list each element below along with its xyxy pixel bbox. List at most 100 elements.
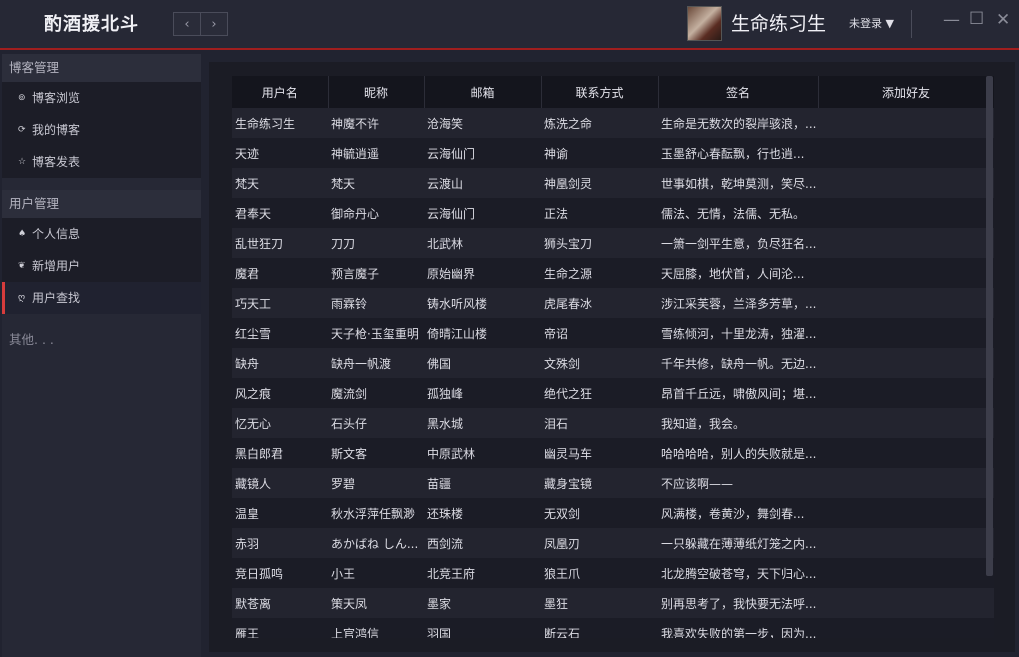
table-cell bbox=[818, 198, 994, 228]
table-cell bbox=[818, 288, 994, 318]
column-header-nickname[interactable]: 昵称 bbox=[328, 76, 425, 108]
sidebar-item-profile[interactable]: ♠ 个人信息 bbox=[2, 218, 201, 250]
user-icon: ♠ bbox=[18, 229, 27, 239]
table-cell: 千年共修，缺舟一帆。无边... bbox=[658, 348, 818, 378]
forward-button[interactable]: › bbox=[200, 12, 228, 36]
table-row[interactable]: 忆无心 石头仔 黑水城 泪石 我知道，我会。 bbox=[232, 408, 994, 438]
table-cell: 藏身宝镜 bbox=[541, 468, 658, 498]
sidebar-item-add-user[interactable]: ❦ 新增用户 bbox=[2, 250, 201, 282]
sidebar-item-label: 新增用户 bbox=[32, 259, 81, 273]
table-cell: 苗疆 bbox=[424, 468, 541, 498]
table-cell: 魔君 bbox=[232, 258, 328, 288]
avatar[interactable] bbox=[687, 6, 722, 41]
table-body: 生命练习生 神魔不许 沧海笑 炼洗之命 生命是无数次的裂岸骇浪，... 天迹 神毓逍遥 云海仙… bbox=[232, 108, 994, 638]
table-cell: あかばね しん... bbox=[328, 528, 424, 558]
sidebar-item-label: 我的博客 bbox=[32, 123, 81, 137]
table-cell: 雨霖铃 bbox=[328, 288, 424, 318]
table-cell: 策天凤 bbox=[328, 588, 424, 618]
table-row[interactable]: 缺舟 缺舟一帆渡 佛国 文殊剑 千年共修，缺舟一帆。无边... bbox=[232, 348, 994, 378]
column-header-email[interactable]: 邮箱 bbox=[424, 76, 542, 108]
table-cell: 巧天工 bbox=[232, 288, 328, 318]
sidebar-spacer bbox=[2, 178, 201, 190]
login-dropdown[interactable]: 未登录 ▼ bbox=[849, 15, 894, 31]
table-cell: 罗碧 bbox=[328, 468, 424, 498]
sidebar-item-blog-browse[interactable]: ⊚ 博客浏览 bbox=[2, 82, 201, 114]
blog-browse-icon: ⊚ bbox=[18, 93, 26, 103]
table-row[interactable]: 梵天 梵天 云渡山 神凰剑灵 世事如棋，乾坤莫测，笑尽... bbox=[232, 168, 994, 198]
table-cell: 云海仙门 bbox=[424, 138, 541, 168]
column-header-add-friend[interactable]: 添加好友 bbox=[818, 76, 994, 108]
sidebar-section-user[interactable]: 用户管理 bbox=[2, 190, 201, 218]
table-row[interactable]: 乱世狂刀 刀刀 北武林 狮头宝刀 一箫一剑平生意，负尽狂名... bbox=[232, 228, 994, 258]
table-cell: 梵天 bbox=[328, 168, 424, 198]
sidebar-item-label: 博客发表 bbox=[32, 155, 81, 169]
table-cell: 云海仙门 bbox=[424, 198, 541, 228]
table-cell: 风之痕 bbox=[232, 378, 328, 408]
table-cell: 风满楼，卷黄沙，舞剑春... bbox=[658, 498, 818, 528]
table-row[interactable]: 风之痕 魔流剑 孤独峰 绝代之狂 昂首千丘远，啸傲风间；堪... bbox=[232, 378, 994, 408]
table-row[interactable]: 藏镜人 罗碧 苗疆 藏身宝镜 不应该啊—— bbox=[232, 468, 994, 498]
table-cell: 默苍离 bbox=[232, 588, 328, 618]
star-icon: ☆ bbox=[18, 157, 27, 167]
sidebar-item-my-blog[interactable]: ⟳ 我的博客 bbox=[2, 114, 201, 146]
maximize-button[interactable]: ☐ bbox=[969, 9, 984, 29]
column-header-username[interactable]: 用户名 bbox=[232, 76, 329, 108]
table-row[interactable]: 温皇 秋水浮萍任飘渺 还珠楼 无双剑 风满楼，卷黄沙，舞剑春... bbox=[232, 498, 994, 528]
table-cell: 北武林 bbox=[424, 228, 541, 258]
table-cell: 生命练习生 bbox=[232, 108, 328, 138]
sidebar-item-blog-post[interactable]: ☆ 博客发表 bbox=[2, 146, 201, 178]
table-cell: 生命之源 bbox=[541, 258, 658, 288]
table-row[interactable]: 天迹 神毓逍遥 云海仙门 神谕 玉墨舒心春酝飘，行也逍... bbox=[232, 138, 994, 168]
table-header-row: 用户名 昵称 邮箱 联系方式 签名 添加好友 bbox=[232, 76, 994, 108]
table-cell: 正法 bbox=[541, 198, 658, 228]
table-cell: 涉江采芙蓉，兰泽多芳草，... bbox=[658, 288, 818, 318]
table-row[interactable]: 生命练习生 神魔不许 沧海笑 炼洗之命 生命是无数次的裂岸骇浪，... bbox=[232, 108, 994, 138]
table-cell: 狮头宝刀 bbox=[541, 228, 658, 258]
sidebar-item-user-search[interactable]: ღ 用户查找 bbox=[2, 282, 201, 314]
table-cell: 神毓逍遥 bbox=[328, 138, 424, 168]
table-row[interactable]: 赤羽 あかばね しん... 西剑流 凤凰刃 一只躲藏在薄薄纸灯笼之内... bbox=[232, 528, 994, 558]
table-scrollbar[interactable] bbox=[986, 76, 993, 576]
table-row[interactable]: 魔君 预言魔子 原始幽界 生命之源 天屈膝，地伏首，人间沦... bbox=[232, 258, 994, 288]
table-row[interactable]: 黑白郎君 斯文客 中原武林 幽灵马车 哈哈哈哈，别人的失败就是... bbox=[232, 438, 994, 468]
table-cell bbox=[818, 348, 994, 378]
table-cell: 黑白郎君 bbox=[232, 438, 328, 468]
back-button[interactable]: ‹ bbox=[173, 12, 201, 36]
table-row[interactable]: 雁王 上官鸿信 羽国 断云石 我喜欢失败的第一步，因为... bbox=[232, 618, 994, 638]
table-cell: 玉墨舒心春酝飘，行也逍... bbox=[658, 138, 818, 168]
nav-buttons: ‹ › bbox=[173, 12, 228, 36]
sidebar-spacer bbox=[2, 314, 201, 326]
table-cell: 君奉天 bbox=[232, 198, 328, 228]
table-cell: 别再思考了，我快要无法呼... bbox=[658, 588, 818, 618]
table-cell: 凤凰刃 bbox=[541, 528, 658, 558]
close-button[interactable]: ✕ bbox=[996, 10, 1010, 30]
table-cell: 原始幽界 bbox=[424, 258, 541, 288]
table-cell: 梵天 bbox=[232, 168, 328, 198]
table-row[interactable]: 红尘雪 天子枪·玉玺重明 倚晴江山楼 帝诏 雪练倾河，十里龙涛，独濯... bbox=[232, 318, 994, 348]
table-row[interactable]: 君奉天 御命丹心 云海仙门 正法 儒法、无情，法儒、无私。 bbox=[232, 198, 994, 228]
table-cell: 孤独峰 bbox=[424, 378, 541, 408]
sidebar-section-blog[interactable]: 博客管理 bbox=[2, 54, 201, 82]
minimize-button[interactable]: — bbox=[943, 10, 960, 30]
table-row[interactable]: 竞日孤鸣 小王 北竞王府 狼王爪 北龙腾空破苍穹，天下归心... bbox=[232, 558, 994, 588]
table-cell bbox=[818, 318, 994, 348]
table-cell: 还珠楼 bbox=[424, 498, 541, 528]
table-cell: 泪石 bbox=[541, 408, 658, 438]
table-cell: 中原武林 bbox=[424, 438, 541, 468]
app-logo: 酌酒援北斗 bbox=[44, 14, 139, 35]
table-row[interactable]: 巧天工 雨霖铃 铸水听风楼 虎尾春冰 涉江采芙蓉，兰泽多芳草，... bbox=[232, 288, 994, 318]
user-search-icon: ღ bbox=[18, 293, 26, 303]
table-cell bbox=[818, 618, 994, 638]
table-cell: 绝代之狂 bbox=[541, 378, 658, 408]
table-cell: 我知道，我会。 bbox=[658, 408, 818, 438]
sidebar-item-other[interactable]: 其他. . . bbox=[2, 326, 201, 354]
table-cell: 墨家 bbox=[424, 588, 541, 618]
table-cell bbox=[818, 468, 994, 498]
table-row[interactable]: 默苍离 策天凤 墨家 墨狂 别再思考了，我快要无法呼... bbox=[232, 588, 994, 618]
column-header-contact[interactable]: 联系方式 bbox=[541, 76, 659, 108]
table-cell: 幽灵马车 bbox=[541, 438, 658, 468]
table-cell: 虎尾春冰 bbox=[541, 288, 658, 318]
column-header-signature[interactable]: 签名 bbox=[658, 76, 819, 108]
table-cell: 雁王 bbox=[232, 618, 328, 638]
table-cell: 儒法、无情，法儒、无私。 bbox=[658, 198, 818, 228]
